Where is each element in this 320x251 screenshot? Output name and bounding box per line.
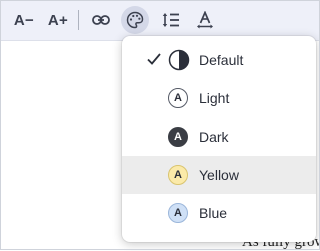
theme-option-label: Light — [199, 90, 230, 106]
theme-menu: Default A Light A Dark A Yellow A Blue — [122, 36, 316, 242]
theme-option-light[interactable]: A Light — [122, 79, 316, 117]
decrease-font-button[interactable]: A− — [12, 6, 36, 34]
theme-option-blue[interactable]: A Blue — [122, 194, 316, 232]
theme-option-label: Blue — [199, 205, 228, 221]
theme-button[interactable] — [121, 6, 149, 34]
theme-option-dark[interactable]: A Dark — [122, 118, 316, 156]
decrease-font-label: A− — [13, 11, 35, 29]
blue-theme-swatch-icon: A — [168, 203, 188, 223]
theme-option-yellow[interactable]: A Yellow — [122, 156, 316, 194]
dark-theme-swatch-icon: A — [168, 127, 188, 147]
checkmark-icon — [147, 53, 161, 65]
increase-font-label: A+ — [47, 11, 69, 29]
link-icon — [92, 15, 110, 25]
yellow-theme-swatch-icon: A — [168, 165, 188, 185]
line-spacing-button[interactable] — [158, 6, 184, 34]
theme-option-label: Dark — [199, 129, 229, 145]
half-contrast-icon — [168, 49, 190, 71]
line-spacing-icon — [162, 13, 179, 27]
theme-option-label: Default — [199, 52, 244, 68]
text-direction-button[interactable] — [192, 6, 218, 34]
link-button[interactable] — [88, 6, 114, 34]
palette-icon — [126, 11, 144, 29]
increase-font-button[interactable]: A+ — [46, 6, 70, 34]
text-format-icon — [197, 11, 213, 29]
light-theme-swatch-icon: A — [168, 88, 188, 108]
theme-option-label: Yellow — [199, 167, 239, 183]
theme-option-default[interactable]: Default — [122, 41, 316, 79]
toolbar-divider — [78, 10, 79, 30]
reader-toolbar: A− A+ — [0, 0, 320, 41]
